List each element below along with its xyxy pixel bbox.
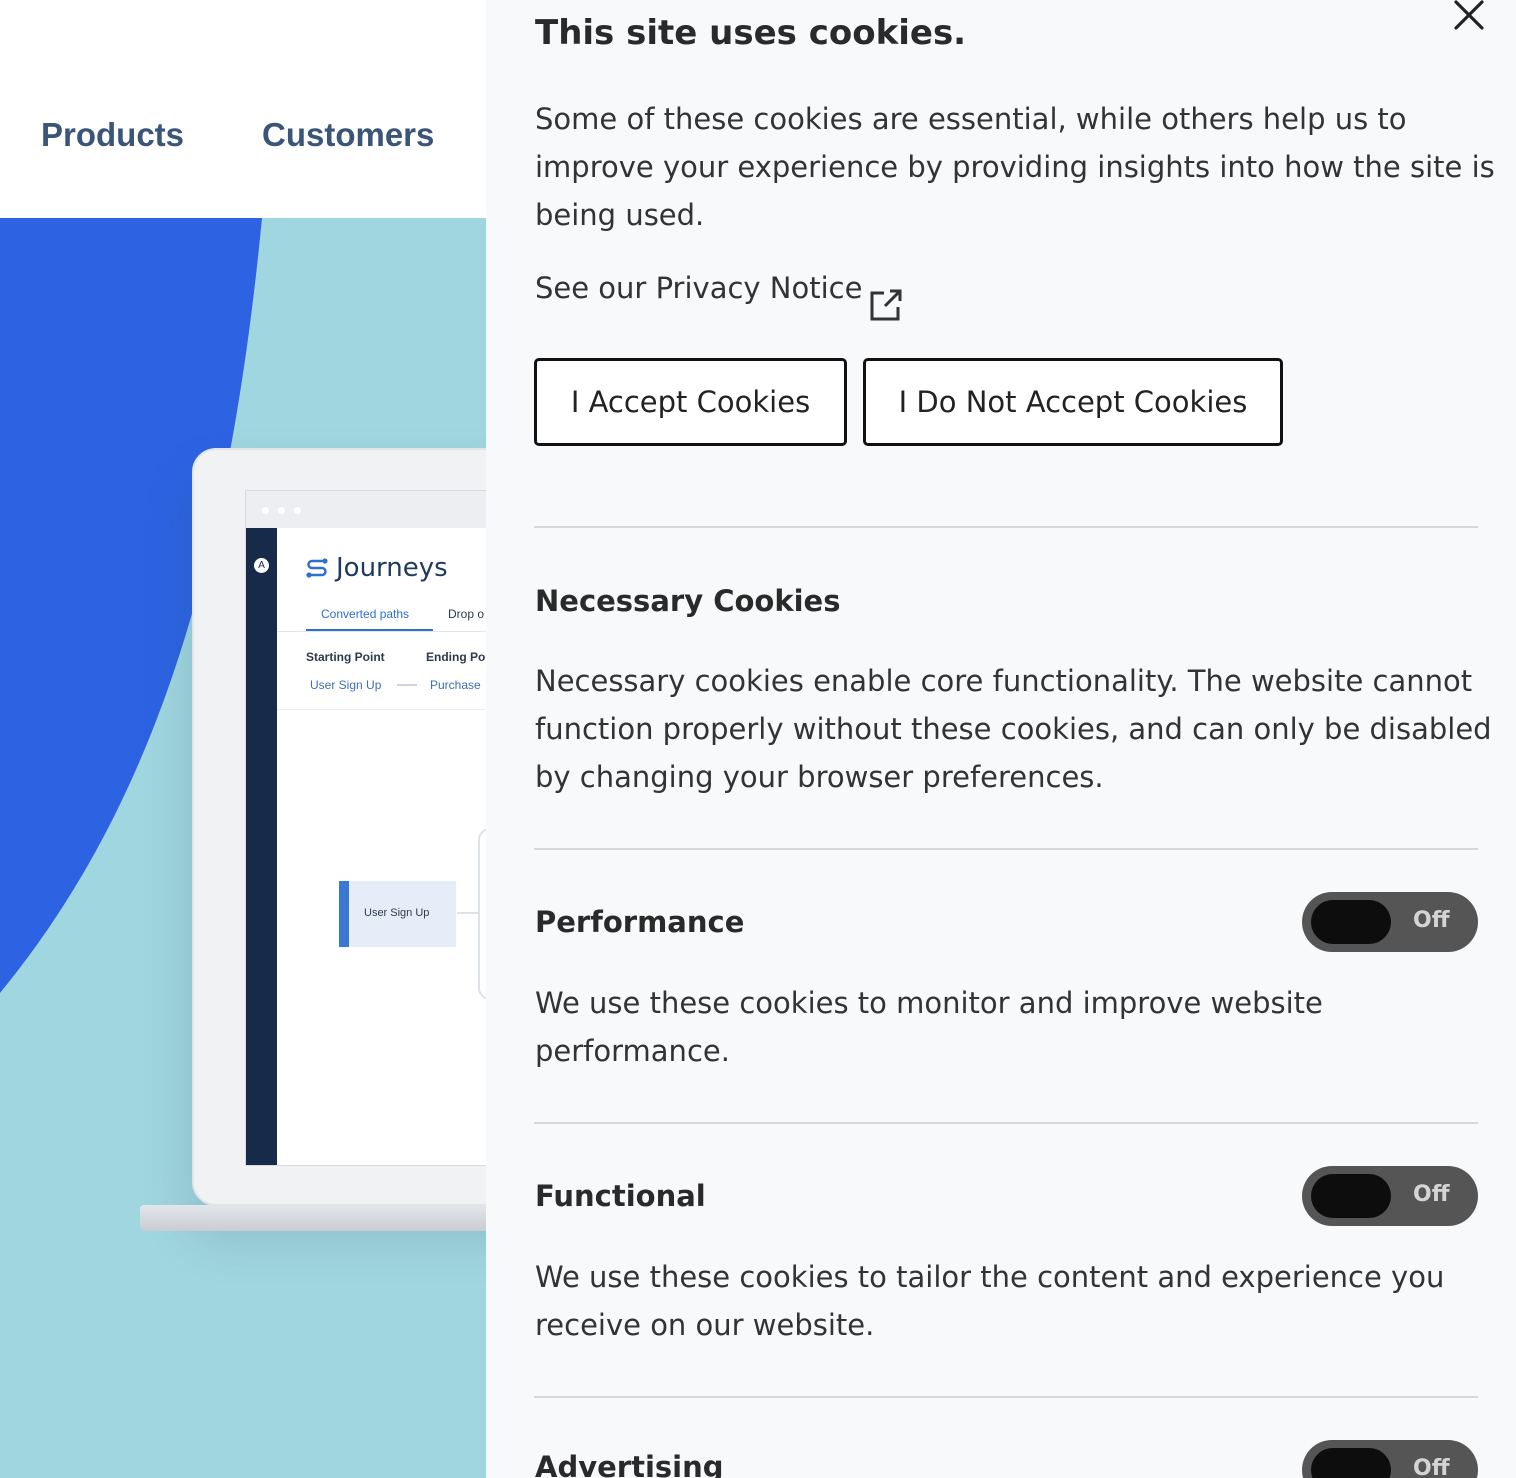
advertising-toggle[interactable]: Off (1302, 1440, 1478, 1478)
functional-description: We use these cookies to tailor the conte… (535, 1260, 1445, 1342)
advertising-title: Advertising (535, 1450, 724, 1478)
divider (534, 1122, 1478, 1124)
toggle-knob (1311, 900, 1391, 944)
ending-point-label: Ending Poi (426, 650, 486, 664)
toggle-state-label: Off (1413, 908, 1450, 933)
close-button[interactable] (1451, 0, 1489, 30)
starting-point-label: Starting Point (306, 650, 385, 664)
laptop-base (140, 1205, 486, 1231)
nav-products-link[interactable]: Products (41, 116, 184, 154)
necessary-cookies-description: Necessary cookies enable core functional… (535, 664, 1492, 794)
background-page: Products Customers A Journeys Converted … (0, 0, 486, 1478)
divider (534, 526, 1478, 528)
ending-point-value: Purchase (430, 678, 481, 692)
node-connector (457, 912, 479, 914)
performance-title: Performance (535, 905, 745, 939)
branch-bracket (478, 828, 486, 1000)
node-accent-bar (339, 881, 349, 947)
tab-divider (277, 631, 486, 632)
top-navigation: Products Customers (0, 0, 486, 218)
journeys-title: Journeys (336, 553, 448, 583)
window-dot (262, 507, 269, 514)
app-logo-icon: A (254, 558, 269, 573)
app-sidebar: A (246, 528, 277, 1165)
panel-description: Some of these cookies are essential, whi… (535, 102, 1495, 232)
external-link-icon[interactable] (869, 288, 903, 322)
node-label: User Sign Up (364, 907, 430, 919)
tab-drop-off: Drop o (448, 607, 485, 621)
app-screenshot: A Journeys Converted paths Drop o Starti… (245, 490, 486, 1166)
journey-node: User Sign Up (339, 881, 456, 947)
necessary-cookies-title: Necessary Cookies (535, 584, 841, 618)
performance-toggle[interactable]: Off (1302, 892, 1478, 952)
functional-title: Functional (535, 1179, 706, 1213)
divider (534, 1396, 1478, 1398)
window-dot (294, 507, 301, 514)
close-icon (1454, 0, 1484, 30)
starting-point-value: User Sign Up (310, 678, 382, 692)
accept-cookies-button[interactable]: I Accept Cookies (534, 358, 847, 446)
window-bar (246, 491, 486, 528)
panel-title: This site uses cookies. (535, 13, 967, 53)
decline-cookies-button[interactable]: I Do Not Accept Cookies (863, 358, 1283, 446)
window-dot (278, 507, 285, 514)
divider (534, 848, 1478, 850)
functional-toggle[interactable]: Off (1302, 1166, 1478, 1226)
journeys-icon (306, 558, 328, 578)
section-divider (277, 709, 486, 710)
performance-description: We use these cookies to monitor and impr… (535, 986, 1323, 1068)
toggle-knob (1311, 1448, 1391, 1478)
toggle-state-label: Off (1413, 1456, 1450, 1478)
toggle-state-label: Off (1413, 1182, 1450, 1207)
cookie-consent-panel: This site uses cookies. Some of these co… (486, 0, 1516, 1478)
nav-customers-link[interactable]: Customers (262, 116, 434, 154)
privacy-notice-link[interactable]: See our Privacy Notice (535, 271, 862, 305)
path-connector (397, 684, 417, 686)
toggle-knob (1311, 1174, 1391, 1218)
tab-converted-paths: Converted paths (321, 607, 410, 621)
